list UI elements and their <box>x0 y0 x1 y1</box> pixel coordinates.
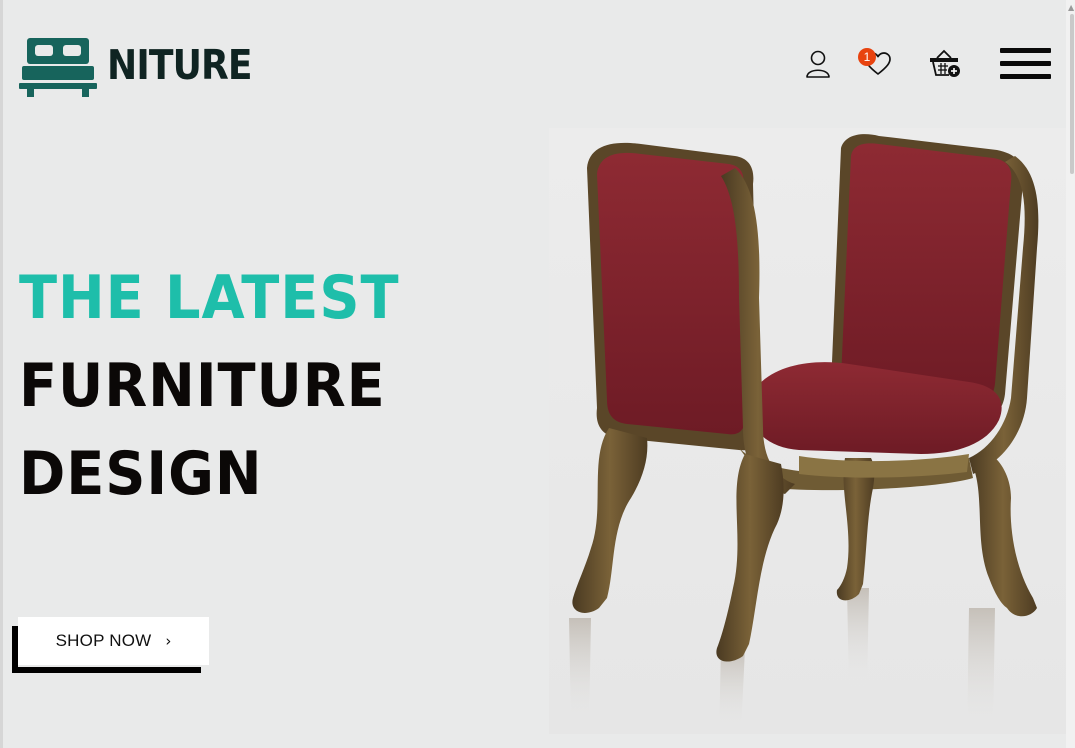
page: NITURE 1 THE LATEST FURNITURE DESIGN SHO… <box>0 0 1071 748</box>
shop-now-button[interactable]: SHOP NOW › <box>18 617 209 665</box>
user-icon <box>806 50 830 78</box>
hero-heading-line-1: THE LATEST <box>19 263 400 333</box>
logo[interactable]: NITURE <box>19 36 271 98</box>
menu-bar <box>1000 61 1051 66</box>
account-button[interactable] <box>801 47 835 81</box>
hamburger-menu-icon <box>1000 48 1051 53</box>
scroll-up-arrow-icon[interactable]: ▲ <box>1068 3 1074 12</box>
cart-button[interactable] <box>927 46 963 80</box>
shop-now-label: SHOP NOW <box>55 631 152 650</box>
basket-icon <box>930 49 960 77</box>
chevron-right-icon: › <box>165 632 172 650</box>
bed-icon <box>19 38 97 97</box>
wishlist-count-badge: 1 <box>858 48 876 66</box>
brand-name: NITURE <box>107 40 253 89</box>
scrollbar-thumb[interactable] <box>1070 14 1074 174</box>
menu-bar <box>1000 74 1051 79</box>
hero-heading-line-3: DESIGN <box>19 439 263 509</box>
hero-heading-line-2: FURNITURE <box>19 351 386 421</box>
hamburger-menu-button[interactable] <box>1000 48 1052 80</box>
chair-product-image <box>549 128 1071 734</box>
